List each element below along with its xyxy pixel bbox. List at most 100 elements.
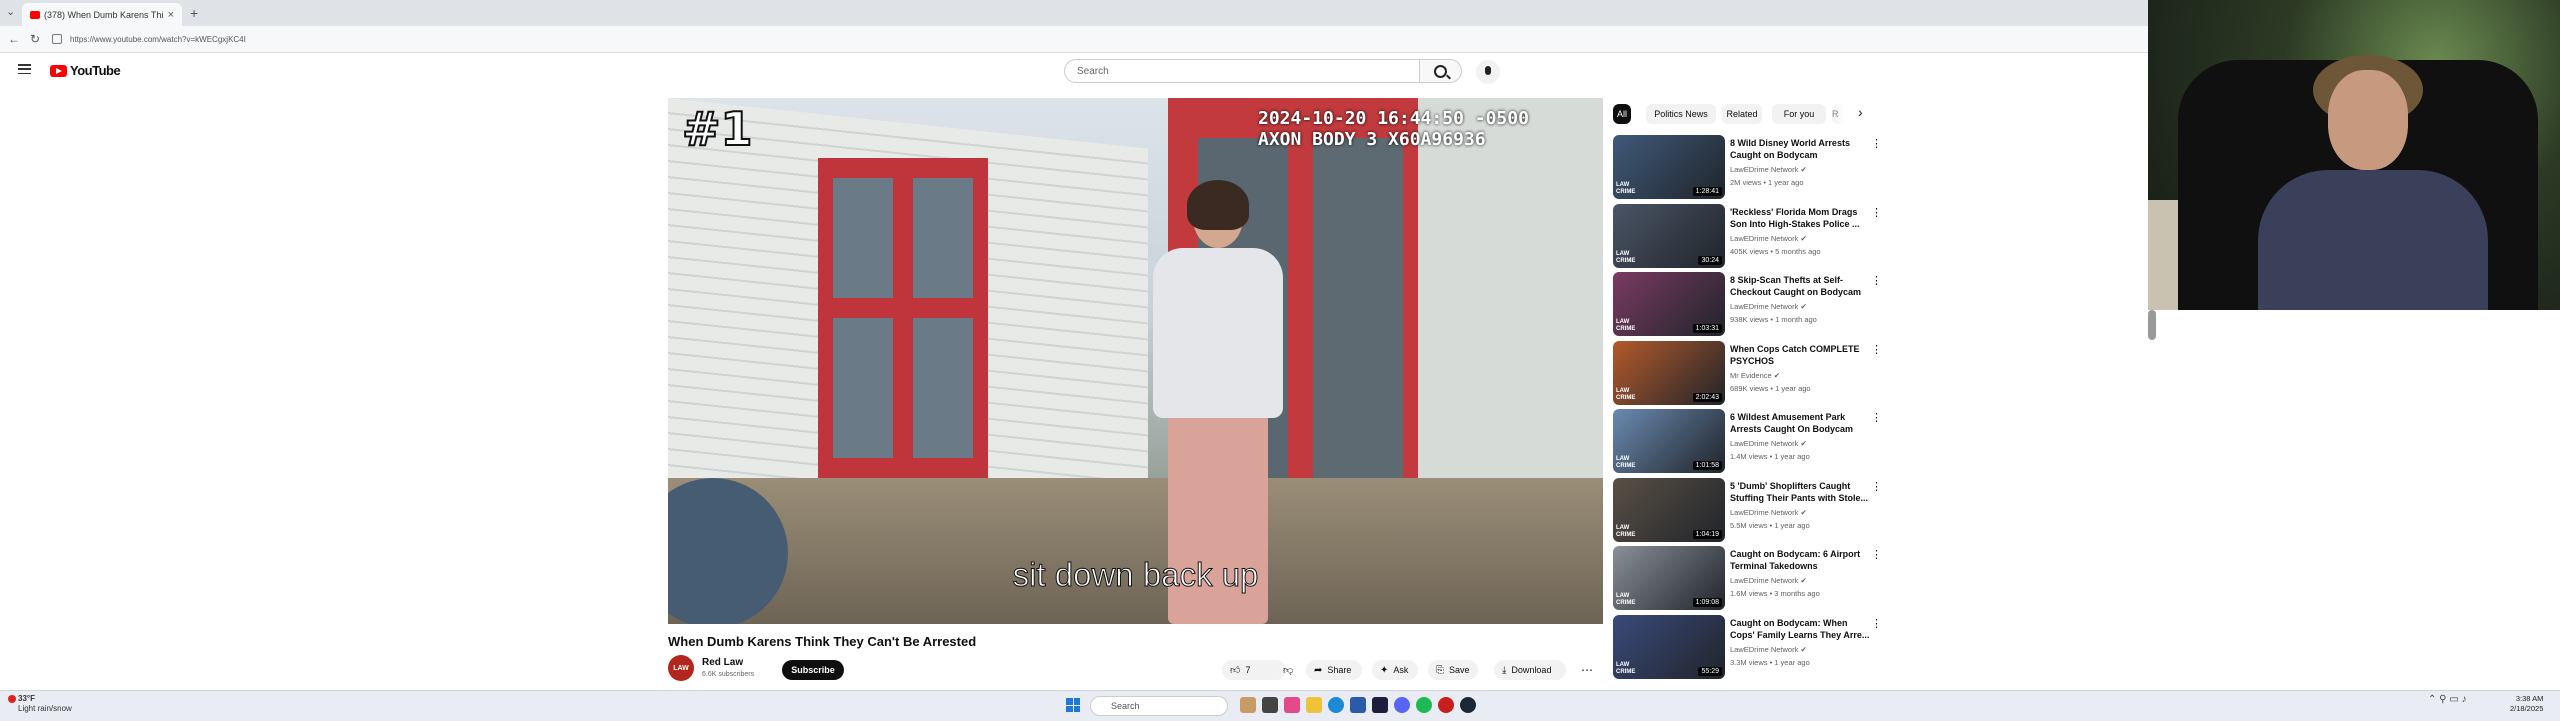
recommended-meta: 689K views • 1 year ago (1730, 383, 1811, 393)
voice-search-mic-icon[interactable] (1476, 60, 1500, 84)
recommended-title[interactable]: 'Reckless' Florida Mom Drags Son Into Hi… (1730, 206, 1872, 230)
download-arrow-icon: ⤓ (1502, 664, 1507, 676)
dislike-button[interactable]: 👎︎ (1275, 660, 1307, 680)
discord-icon[interactable] (1394, 697, 1410, 713)
tab-list-chevron-icon[interactable]: ⌄ (6, 5, 15, 18)
recommended-meta: 3.3M views • 1 year ago (1730, 657, 1810, 667)
taskbar-app-icon[interactable] (1262, 697, 1278, 713)
recommended-video[interactable]: LAW CRIME 1:28:41 8 Wild Disney World Arre… (1613, 135, 1883, 199)
channel-name[interactable]: Red Law (702, 657, 743, 668)
more-options-icon[interactable]: ⋮ (1871, 137, 1882, 150)
video-thumbnail[interactable]: LAW CRIME 1:03:31 (1613, 272, 1725, 336)
video-duration: 1:28:41 (1692, 187, 1722, 196)
download-button[interactable]: ⤓ Download (1494, 660, 1566, 680)
file-explorer-icon[interactable] (1306, 697, 1322, 713)
recommended-meta: 405K views • 5 months ago (1730, 246, 1821, 256)
recommended-title[interactable]: Caught on Bodycam: When Cops' Family Lea… (1730, 617, 1872, 641)
search-button[interactable] (1420, 59, 1462, 83)
video-thumbnail[interactable]: LAW CRIME 30:24 (1613, 203, 1725, 268)
recommended-title[interactable]: 6 Wildest Amusement Park Arrests Caught … (1730, 411, 1872, 435)
youtube-logo[interactable]: YouTube (50, 63, 121, 78)
chip-truncated[interactable]: R (1832, 104, 1846, 124)
thumbs-up-icon: 👍︎ (1230, 665, 1241, 676)
search-input[interactable]: Search (1064, 59, 1420, 83)
more-options-icon[interactable]: ⋮ (1871, 343, 1882, 356)
more-options-icon[interactable]: ⋮ (1871, 617, 1882, 630)
taskbar-app-icon[interactable] (1284, 697, 1300, 713)
recommended-title[interactable]: Caught on Bodycam: 6 Airport Terminal Ta… (1730, 548, 1872, 572)
tab-close-icon[interactable]: × (168, 9, 174, 21)
page-scrollbar[interactable] (2148, 310, 2156, 340)
chip-for-you[interactable]: For you (1772, 104, 1826, 124)
recommended-video[interactable]: LAW CRIME 1:09:08 Caught on Bodycam: 6 Air… (1613, 546, 1883, 610)
more-options-icon[interactable]: ⋮ (1871, 274, 1882, 287)
chip-related[interactable]: Related (1722, 104, 1762, 124)
ask-button[interactable]: ✦ Ask (1372, 660, 1418, 680)
taskbar-app-icon[interactable] (1240, 697, 1256, 713)
video-thumbnail[interactable]: LAW CRIME 2:02:43 (1613, 340, 1725, 405)
recommended-video[interactable]: LAW CRIME 1:01:58 6 Wildest Amusement Park… (1613, 409, 1883, 473)
ground-gravel (668, 478, 1603, 624)
save-button[interactable]: ⎘ Save (1428, 660, 1478, 680)
taskbar-search[interactable]: Search (1090, 696, 1228, 716)
video-thumbnail[interactable]: LAW CRIME 55:29 (1613, 614, 1725, 679)
back-arrow-icon[interactable]: ← (8, 32, 20, 46)
recommended-title[interactable]: When Cops Catch COMPLETE PSYCHOS (1730, 343, 1872, 367)
taskbar-app-icon[interactable] (1438, 697, 1454, 713)
more-options-icon[interactable]: ⋮ (1871, 206, 1882, 219)
video-player[interactable]: #1 2024-10-20 16:44:50 -0500 AXON BODY 3… (668, 98, 1603, 624)
video-thumbnail[interactable]: LAW CRIME 1:09:08 (1613, 546, 1725, 610)
recommended-video[interactable]: LAW CRIME 55:29 Caught on Bodycam: When Co… (1613, 614, 1883, 679)
video-thumbnail[interactable]: LAW CRIME 1:04:19 (1613, 477, 1725, 542)
reload-icon[interactable]: ↻ (30, 32, 40, 46)
recommended-title[interactable]: 5 'Dumb' Shoplifters Caught Stuffing The… (1730, 480, 1872, 504)
subscribe-button[interactable]: Subscribe (782, 660, 844, 680)
recommended-channel[interactable]: LawEDrime Network ✔ (1730, 234, 1807, 243)
recommended-video[interactable]: LAW CRIME 1:03:31 8 Skip-Scan Thefts at Se… (1613, 272, 1883, 336)
recommended-channel[interactable]: Mr Evidence ✔ (1730, 371, 1780, 380)
youtube-play-icon (50, 64, 67, 77)
video-thumbnail[interactable]: LAW CRIME 1:28:41 (1613, 135, 1725, 199)
recommended-channel[interactable]: LawEDrime Network ✔ (1730, 439, 1807, 448)
subscriber-count: 6.6K subscribers (702, 671, 755, 678)
url-field[interactable]: https://www.youtube.com/watch?v=kWECgxjK… (48, 30, 2128, 48)
bodycam-timestamp: 2024-10-20 16:44:50 -0500 AXON BODY 3 X6… (1258, 108, 1529, 150)
recommended-video[interactable]: LAW CRIME 1:04:19 5 'Dumb' Shoplifters Cau… (1613, 477, 1883, 542)
recommended-video[interactable]: LAW CRIME 30:24 'Reckless' Florida Mom Dra… (1613, 203, 1883, 268)
recommended-channel[interactable]: LawEDrime Network ✔ (1730, 302, 1807, 311)
recommended-title[interactable]: 8 Skip-Scan Thefts at Self-Checkout Caug… (1730, 274, 1872, 298)
windows-start-icon[interactable] (1066, 698, 1080, 712)
taskbar-clock[interactable]: 3:38 AM 2/18/2025 (2510, 694, 2543, 714)
video-thumbnail[interactable]: LAW CRIME 1:01:58 (1613, 409, 1725, 473)
spotify-icon[interactable] (1416, 697, 1432, 713)
channel-avatar[interactable]: LAW (668, 655, 694, 681)
more-options-icon[interactable]: ⋮ (1871, 480, 1882, 493)
menu-hamburger-icon[interactable] (18, 64, 31, 74)
more-actions-icon[interactable]: ⋯ (1575, 660, 1599, 680)
steam-icon[interactable] (1460, 697, 1476, 713)
chip-all[interactable]: All (1613, 104, 1631, 124)
more-options-icon[interactable]: ⋮ (1871, 548, 1882, 561)
edge-browser-icon[interactable] (1328, 697, 1344, 713)
recommended-title[interactable]: 8 Wild Disney World Arrests Caught on Bo… (1730, 137, 1872, 161)
more-options-icon[interactable]: ⋮ (1871, 411, 1882, 424)
thumbs-down-icon: 👎︎ (1283, 665, 1294, 676)
taskbar-app-icon[interactable] (1350, 697, 1366, 713)
system-tray-icons[interactable]: ⌃ ⚲ ▭ ♪ (2428, 694, 2467, 705)
recommended-channel[interactable]: LawEDrime Network ✔ (1730, 165, 1807, 174)
recommended-video[interactable]: LAW CRIME 2:02:43 When Cops Catch COMPLETE… (1613, 340, 1883, 405)
new-tab-plus-icon[interactable]: + (190, 5, 198, 21)
chip-politics-news[interactable]: Politics News (1646, 104, 1716, 124)
recommended-channel[interactable]: LawEDrime Network ✔ (1730, 508, 1807, 517)
recommended-channel[interactable]: LawEDrime Network ✔ (1730, 645, 1807, 654)
recommended-channel[interactable]: LawEDrime Network ✔ (1730, 576, 1807, 585)
site-info-icon[interactable] (52, 34, 62, 44)
sparkle-icon: ✦ (1380, 664, 1389, 676)
chevron-right-icon[interactable]: › (1858, 104, 1863, 120)
like-count: 7 (1245, 665, 1251, 675)
browser-tab[interactable]: (378) When Dumb Karens Thi × (22, 3, 182, 26)
taskbar-app-icon[interactable] (1372, 697, 1388, 713)
share-button[interactable]: ➦ Share (1306, 660, 1362, 680)
video-caption: sit down back up (1012, 556, 1259, 594)
weather-widget[interactable]: 33°F Light rain/snow (8, 694, 72, 714)
